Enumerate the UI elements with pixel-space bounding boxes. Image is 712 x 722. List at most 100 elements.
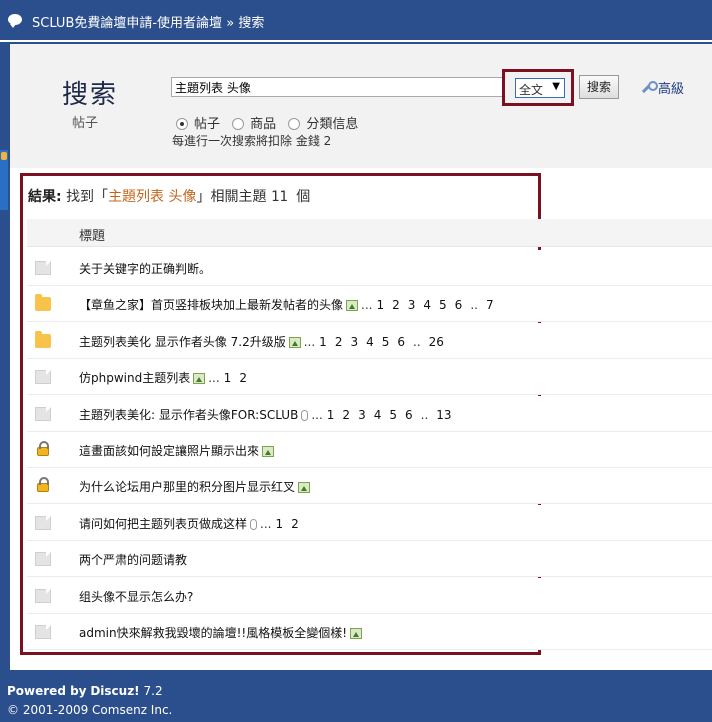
page-link[interactable]: 1 [224,371,232,385]
page-title: 搜索 [62,80,119,110]
thread-title-link[interactable]: 這畫面該如何設定讓照片顯示出來 [79,444,259,458]
thread-title-link[interactable]: 主題列表美化: 显示作者头像FOR:SCLUB [79,408,298,422]
side-tab[interactable] [0,150,8,210]
search-scope-highlight: 全文 ▼ [502,69,574,106]
table-row: 仿phpwind主题列表 ... 1 2 [27,359,712,396]
image-attachment-icon [346,300,359,312]
document-icon [35,588,51,603]
thread-title-link[interactable]: 两个严肃的问题请教 [79,553,187,567]
page-link[interactable]: 5 [382,335,390,349]
row-title-cell: 這畫面該如何設定讓照片顯示出來 [79,442,277,459]
radio-classified[interactable]: 分類信息 [288,113,358,132]
image-attachment-icon [298,482,311,494]
advanced-search-link[interactable]: 高級 [641,78,684,97]
radio-threads[interactable]: 帖子 [176,113,220,132]
page-link[interactable]: 2 [392,298,400,312]
speech-bubble-icon [8,14,22,28]
page-link[interactable]: 4 [366,335,374,349]
pages-ellipsis: ... [260,516,272,531]
document-icon [35,406,51,421]
page-link[interactable]: 5 [439,298,447,312]
document-icon [35,261,51,275]
powered-prefix: Powered by [7,684,87,698]
search-cost-note: 每進行一次搜索將扣除 金錢 2 [172,134,332,148]
page-link[interactable]: 1 [376,298,384,312]
page-link[interactable]: 2 [335,335,343,349]
page-links: ... 1 2 3 4 5 6.. 7 [361,298,498,312]
radio-goods[interactable]: 商品 [232,113,276,132]
page-link[interactable]: 1 [275,517,283,531]
attachment-icon [250,518,258,530]
table-row: 【章鱼之家】首页竖排板块加上最新发帖者的头像... 1 2 3 4 5 6.. 7 [27,286,712,323]
page-link[interactable]: 3 [358,408,366,422]
page-link[interactable]: 6 [405,408,413,422]
row-title-cell: 请问如何把主题列表页做成这样... 1 2 [79,515,303,532]
table-row: 两个严肃的问题请教 [27,541,712,578]
pages-ellipsis: ... [361,298,373,313]
table-row: 這畫面該如何設定讓照片顯示出來 [27,432,712,468]
page-links: ... 1 2 [208,371,251,385]
page-link[interactable]: 2 [291,517,299,531]
row-title-cell: 关于关键字的正确判断。 [79,260,211,277]
document-icon [35,515,51,530]
top-bar: SCLUB免費論壇申請-使用者論壇 » 搜索 [0,0,712,40]
footer: Powered by Discuz! 7.2 © 2001-2009 Comse… [0,670,712,722]
wrench-icon [641,81,658,95]
thread-title-link[interactable]: 组头像不显示怎么办? [79,590,193,604]
page-link[interactable]: 1 [327,408,335,422]
page-link[interactable]: 1 [319,335,327,349]
pages-ellipsis: ... [303,334,316,349]
thread-title-link[interactable]: 【章鱼之家】首页竖排板块加上最新发帖者的头像 [79,298,343,312]
search-button[interactable]: 搜索 [579,75,619,99]
row-title-cell: admin快來解救我毀壞的論壇!!風格模板全變個樣! [79,624,365,641]
results-found-suffix: 」相關主題 [196,189,267,205]
breadcrumb-current: 搜索 [238,16,265,31]
thread-title-link[interactable]: admin快來解救我毀壞的論壇!!風格模板全變個樣! [79,626,347,640]
search-type-options: 帖子 商品 分類信息 [176,113,366,132]
search-scope-select[interactable]: 全文 ▼ [515,78,565,98]
results-panel: 結果: 找到「主題列表 头像」相關主題 11 個 標題 关于关键字的正确判断。【… [20,173,712,655]
page-link[interactable]: 4 [374,408,382,422]
page-link[interactable]: 2 [342,408,350,422]
page-link[interactable]: 13 [436,408,451,422]
row-title-cell: 仿phpwind主题列表 ... 1 2 [79,369,251,386]
breadcrumb: SCLUB免費論壇申請-使用者論壇 » 搜索 [32,12,264,31]
page-link[interactable]: 3 [408,298,416,312]
thread-title-link[interactable]: 为什么论坛用户那里的积分图片显示红叉 [79,480,295,494]
row-title-cell: 【章鱼之家】首页竖排板块加上最新发帖者的头像... 1 2 3 4 5 6.. 7 [79,296,498,313]
page-link[interactable]: 2 [239,371,247,385]
radio-classified-label: 分類信息 [306,117,359,132]
table-row: 组头像不显示怎么办? [27,577,712,614]
page-link[interactable]: 4 [423,298,431,312]
column-title: 標題 [79,229,106,244]
page-subtitle: 帖子 [72,116,99,131]
breadcrumb-forum-link[interactable]: SCLUB免費論壇申請-使用者論壇 [32,16,222,31]
thread-title-link[interactable]: 关于关键字的正确判断。 [79,262,211,276]
row-title-cell: 主題列表美化: 显示作者头像FOR:SCLUB... 1 2 3 4 5 6.. 13 [79,406,456,423]
page-link[interactable]: 7 [486,298,494,312]
discuz-link[interactable]: Discuz! [90,684,139,698]
row-title-cell: 组头像不显示怎么办? [79,588,193,605]
radio-threads-label: 帖子 [194,117,221,132]
thread-title-link[interactable]: 请问如何把主题列表页做成这样 [79,517,247,531]
page-link[interactable]: 6 [455,298,463,312]
table-row: 为什么论坛用户那里的积分图片显示红叉 [27,468,712,505]
page-link[interactable]: 6 [397,335,405,349]
image-attachment-icon [193,373,206,385]
pages-gap: .. [470,298,478,313]
pages-gap: .. [413,334,421,349]
search-input[interactable] [171,77,505,97]
page-link[interactable]: 5 [389,408,397,422]
thread-title-link[interactable]: 仿phpwind主题列表 [79,371,190,385]
table-row: 请问如何把主题列表页做成这样... 1 2 [27,504,712,541]
page-link[interactable]: 3 [350,335,358,349]
radio-goods-label: 商品 [250,117,277,132]
lock-icon [37,477,49,493]
thread-title-link[interactable]: 主题列表美化 显示作者头像 7.2升级版 [79,335,286,349]
document-icon [35,370,51,385]
results-summary: 結果: 找到「主題列表 头像」相關主題 11 個 [28,186,310,206]
page-link[interactable]: 26 [429,335,444,349]
document-icon [35,552,51,567]
copyright: © 2001-2009 Comsenz Inc. [7,703,173,717]
breadcrumb-separator: » [226,16,235,31]
